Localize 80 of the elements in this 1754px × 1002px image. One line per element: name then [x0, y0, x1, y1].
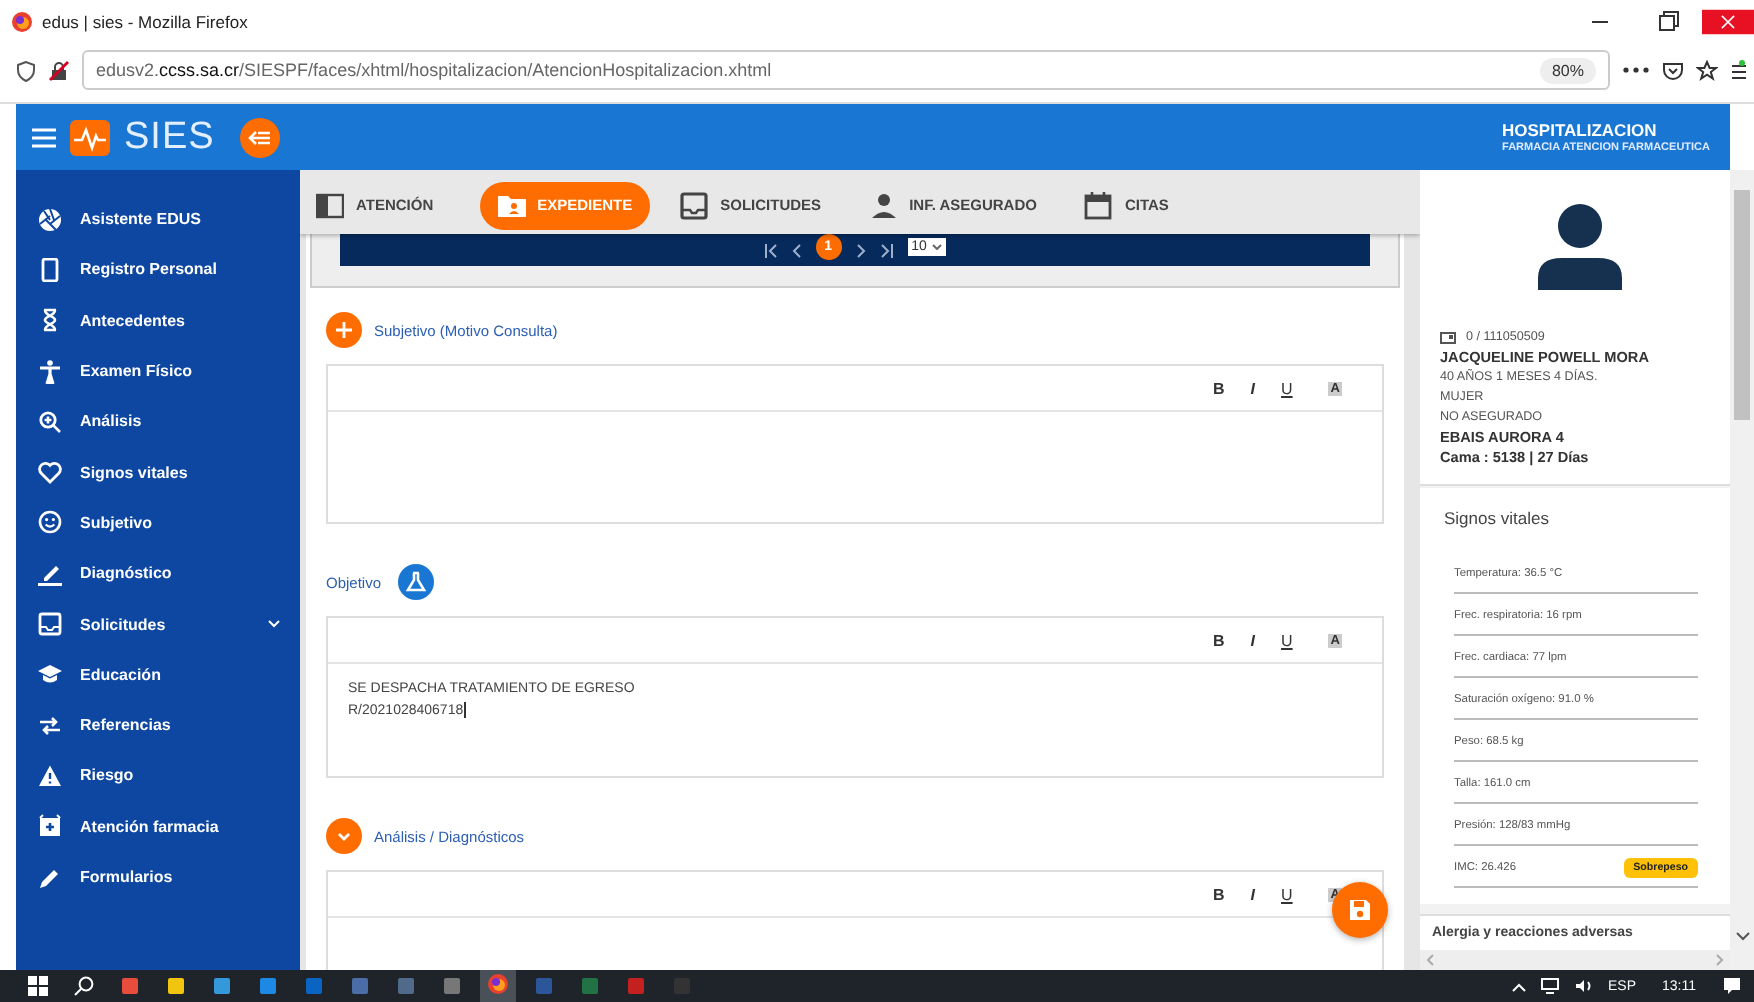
toolbar-button[interactable]: U [1281, 631, 1293, 649]
toolbar-button[interactable]: U [1281, 885, 1293, 903]
sidebar-item[interactable]: Atención farmacia [16, 801, 300, 852]
toolbar-button[interactable]: I [1250, 631, 1256, 649]
star-icon[interactable] [1696, 59, 1718, 81]
inbox-icon [680, 191, 709, 219]
app-icon[interactable] [258, 976, 278, 996]
sidebar-item[interactable]: Solicitudes [16, 598, 300, 650]
app-icon[interactable] [166, 976, 186, 996]
caret-down-icon [932, 243, 943, 249]
shield-icon[interactable] [16, 59, 36, 81]
sidebar-panel-icon [316, 191, 344, 219]
sidebar-item[interactable]: Referencias [16, 699, 300, 751]
sidebar-item[interactable]: Diagnóstico [16, 548, 300, 599]
add-icon[interactable] [326, 312, 362, 348]
chevron-down-icon[interactable] [326, 818, 362, 854]
person-icon [869, 191, 898, 219]
standing-person-icon [38, 359, 62, 384]
sidebar-item[interactable]: Registro Personal [16, 244, 300, 296]
close-icon[interactable] [1702, 6, 1754, 38]
vitals-title: Signos vitales [1444, 508, 1551, 528]
aperture-icon [38, 207, 62, 232]
sidebar-item[interactable]: Signos vitales [16, 446, 300, 498]
speaker-icon[interactable] [1573, 978, 1594, 994]
window-title: edus | sies - Mozilla Firefox [42, 12, 248, 32]
heart-icon [38, 460, 62, 485]
chevron-down-icon [268, 620, 280, 629]
insecure-lock-icon[interactable] [48, 59, 70, 81]
sidebar-item[interactable]: Antecedentes [16, 295, 300, 346]
toolbar-button[interactable]: U [1281, 379, 1293, 397]
id-card-icon [1440, 332, 1456, 344]
app-icon[interactable] [212, 976, 232, 996]
previous-page-icon[interactable] [791, 243, 802, 257]
sidebar-item[interactable]: Examen Físico [16, 345, 300, 397]
hourglass-icon [38, 308, 62, 333]
folder-person-icon [497, 191, 526, 219]
toolbar-button[interactable]: B [1213, 379, 1225, 397]
first-page-icon[interactable] [763, 243, 778, 257]
warning-icon [38, 763, 62, 788]
sidebar-item[interactable]: Riesgo [16, 750, 300, 802]
next-page-icon[interactable] [855, 243, 866, 257]
graduation-cap-icon [38, 662, 62, 687]
toolbar-button[interactable]: I [1250, 379, 1256, 397]
pencil-icon [38, 865, 62, 889]
start-icon[interactable] [28, 976, 48, 996]
app-icon[interactable] [120, 976, 140, 996]
sidebar-item[interactable]: Subjetivo [16, 497, 300, 549]
network-icon[interactable] [1539, 978, 1560, 994]
toolbar-button[interactable]: B [1213, 631, 1225, 649]
zoom-level-button[interactable]: 80% [1539, 57, 1596, 83]
search-icon[interactable] [74, 976, 94, 996]
calendar-icon [1084, 191, 1113, 219]
sidebar-item[interactable]: Análisis [16, 396, 300, 447]
zoom-in-icon [38, 409, 62, 434]
pocket-icon[interactable] [1662, 59, 1684, 81]
sidebar-item[interactable]: Formularios [16, 851, 300, 903]
firefox-icon[interactable] [488, 974, 508, 994]
smiley-icon [38, 510, 62, 535]
tablet-icon [38, 257, 62, 282]
toolbar-button[interactable]: I [1250, 885, 1256, 903]
heartbeat-logo-icon [70, 119, 110, 155]
avatar-icon [1533, 200, 1625, 292]
menu-icon[interactable] [1730, 59, 1746, 81]
pen-underline-icon [38, 561, 62, 586]
toolbar-button[interactable]: B [1213, 885, 1225, 903]
flask-icon[interactable] [397, 564, 434, 600]
medical-kit-icon [38, 814, 62, 839]
last-page-icon[interactable] [879, 243, 894, 257]
firefox-logo-icon [12, 12, 32, 32]
sidebar-item[interactable]: Educación [16, 649, 300, 700]
chevron-down-icon[interactable] [1735, 932, 1749, 942]
app-logo-text: SIES [124, 115, 215, 159]
swap-arrows-icon [38, 713, 62, 738]
module-title: HOSPITALIZACION [1502, 120, 1659, 140]
sidebar-item[interactable]: Asistente EDUS [16, 194, 300, 245]
inbox-icon [38, 612, 62, 637]
address-bar[interactable]: edusv2.ccss.sa.cr/SIESPF/faces/xhtml/hospitalizacion/AtencionHospitalizacion.xhtml 80% [82, 50, 1610, 90]
notification-icon[interactable] [1722, 976, 1742, 996]
scrollbar-thumb[interactable] [1734, 190, 1750, 420]
caret-up-icon[interactable] [1511, 981, 1526, 991]
